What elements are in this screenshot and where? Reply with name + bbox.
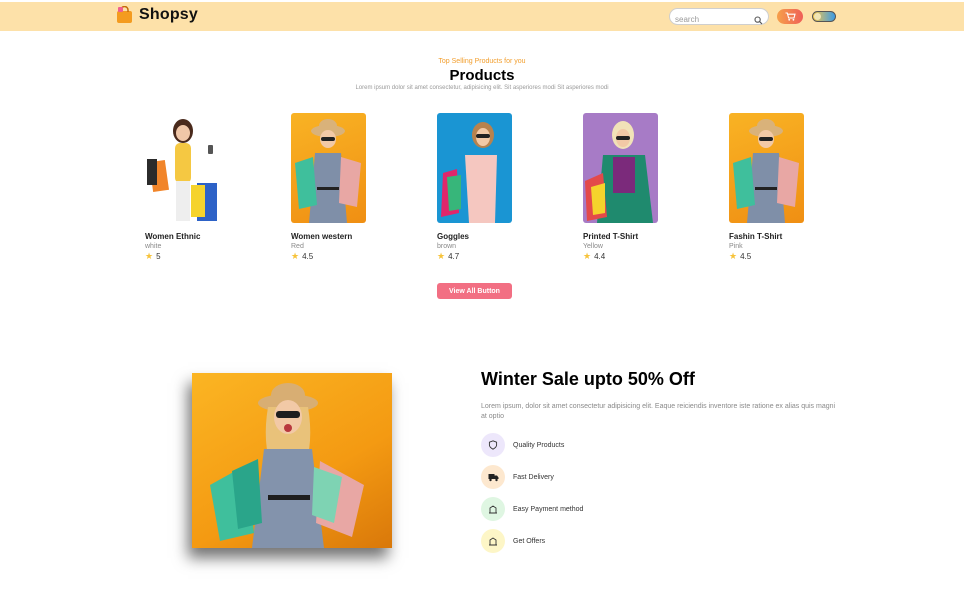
section-title: Products	[449, 67, 515, 84]
gift-icon	[481, 529, 505, 553]
toggle-knob	[814, 13, 821, 20]
shopping-bag-icon	[115, 5, 134, 24]
product-image	[729, 113, 804, 223]
search-icon[interactable]	[754, 12, 763, 25]
product-color: Pink	[729, 243, 743, 250]
product-name: Women Ethnic	[145, 232, 201, 241]
product-card[interactable]: Goggles brown ★ 4.7	[437, 113, 513, 261]
product-card[interactable]: Women Ethnic white ★ 5	[145, 113, 221, 261]
cart-button[interactable]	[777, 9, 803, 24]
product-rating: ★ 4.4	[583, 251, 659, 262]
feature-quality: Quality Products	[481, 433, 564, 457]
view-all-button[interactable]: View All Button	[437, 283, 512, 299]
star-icon: ★	[583, 251, 592, 261]
rating-value: 4.7	[448, 252, 460, 261]
feature-payment: Easy Payment method	[481, 497, 583, 521]
shield-icon	[481, 433, 505, 457]
brand-name: Shopsy	[139, 6, 198, 23]
section-subtitle: Lorem ipsum dolor sit amet consectetur, …	[355, 85, 609, 91]
product-card[interactable]: Printed T-Shirt Yellow ★ 4.4	[583, 113, 659, 261]
cart-icon	[785, 8, 796, 26]
star-icon: ★	[145, 251, 154, 261]
product-rating: ★ 4.5	[729, 251, 805, 262]
feature-label: Quality Products	[513, 441, 565, 449]
banner-text: Lorem ipsum, dolor sit amet consectetur …	[481, 403, 836, 420]
search-box	[669, 8, 769, 27]
product-rating: ★ 5	[145, 251, 221, 262]
product-card[interactable]: Women western Red ★ 4.5	[291, 113, 367, 261]
product-name: Women western	[291, 232, 353, 241]
navbar: Shopsy	[0, 2, 964, 31]
section-kicker: Top Selling Products for you	[438, 58, 526, 65]
truck-icon	[481, 465, 505, 489]
product-color: Yellow	[583, 243, 603, 250]
product-image	[583, 113, 658, 223]
feature-offers: Get Offers	[481, 529, 545, 553]
product-color: Red	[291, 243, 304, 250]
product-rating: ★ 4.5	[291, 251, 367, 262]
search-input[interactable]	[670, 12, 750, 27]
banner-title: Winter Sale upto 50% Off	[481, 369, 695, 389]
rating-value: 4.5	[302, 252, 314, 261]
star-icon: ★	[729, 251, 738, 261]
rating-value: 5	[156, 252, 161, 261]
brand[interactable]: Shopsy	[115, 5, 198, 24]
product-color: brown	[437, 243, 457, 250]
feature-label: Get Offers	[513, 537, 546, 545]
dark-mode-toggle[interactable]	[812, 11, 836, 22]
banner-image	[192, 373, 392, 548]
product-card[interactable]: Fashin T-Shirt Pink ★ 4.5	[729, 113, 805, 261]
product-color: white	[145, 243, 162, 250]
star-icon: ★	[437, 251, 446, 261]
product-image	[291, 113, 366, 223]
feature-label: Fast Delivery	[513, 473, 554, 481]
product-name: Fashin T-Shirt	[729, 232, 783, 241]
star-icon: ★	[291, 251, 300, 261]
feature-delivery: Fast Delivery	[481, 465, 554, 489]
product-name: Printed T-Shirt	[583, 232, 639, 241]
product-image	[437, 113, 512, 223]
product-rating: ★ 4.7	[437, 251, 513, 262]
rating-value: 4.4	[594, 252, 606, 261]
feature-label: Easy Payment method	[513, 505, 584, 513]
card-icon	[481, 497, 505, 521]
product-image	[145, 113, 220, 223]
product-name: Goggles	[437, 232, 470, 241]
rating-value: 4.5	[740, 252, 752, 261]
